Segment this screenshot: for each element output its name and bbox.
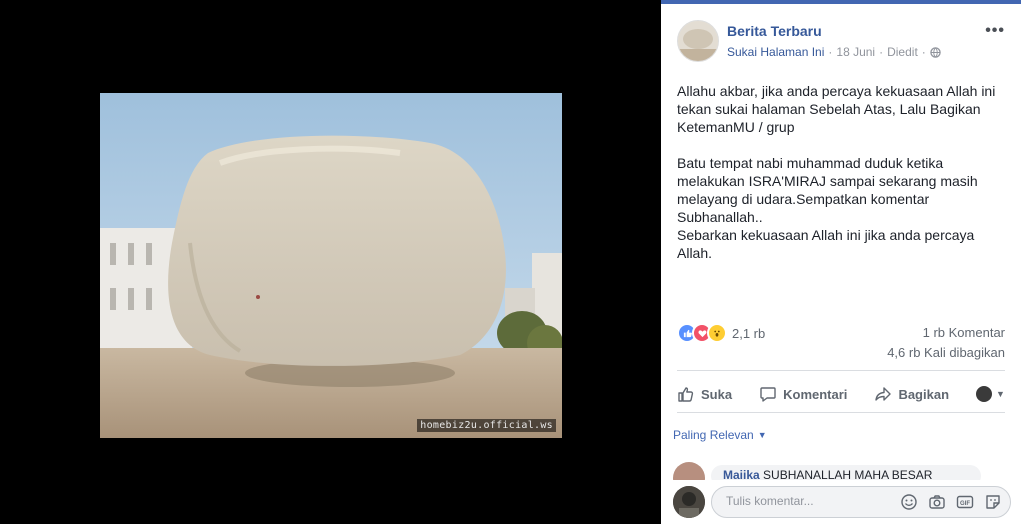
comment-text: SUBHANALLAH MAHA BESAR	[763, 468, 933, 480]
chevron-down-icon: ▼	[996, 389, 1005, 399]
comment-label: Komentari	[783, 386, 848, 402]
current-user-avatar	[673, 486, 705, 518]
comment-composer: GIF	[673, 484, 1011, 520]
photo-viewer: homebiz2u.official.ws	[0, 0, 661, 524]
comment-icon	[760, 387, 776, 402]
reaction-count: 2,1 rb	[732, 325, 766, 341]
page-name-link[interactable]: Berita Terbaru	[727, 23, 822, 39]
globe-icon[interactable]	[930, 46, 941, 58]
floating-rock-image	[100, 93, 562, 438]
page-avatar[interactable]	[677, 20, 719, 62]
svg-text:GIF: GIF	[960, 501, 970, 507]
more-options-icon[interactable]: •••	[985, 22, 1005, 40]
comment-bubble: Maiika SUBHANALLAH MAHA BESAR	[711, 465, 981, 480]
reaction-identity-selector[interactable]: ▼	[976, 386, 1005, 402]
post-panel: Berita Terbaru Sukai Halaman Ini · 18 Ju…	[661, 4, 1021, 524]
divider	[677, 370, 1005, 371]
comment-preview: Maiika SUBHANALLAH MAHA BESAR	[673, 462, 1011, 480]
post-text: Allahu akbar, jika anda percaya kekuasaa…	[677, 83, 996, 261]
comment-sort-label: Paling Relevan	[673, 428, 754, 442]
meta-separator: ·	[879, 45, 884, 59]
comment-input-icons: GIF	[900, 493, 1002, 511]
chevron-down-icon: ▼	[757, 430, 767, 440]
meta-separator: ·	[921, 45, 926, 59]
camera-icon[interactable]	[928, 493, 946, 511]
divider	[677, 412, 1005, 413]
like-label: Suka	[701, 386, 733, 402]
share-button[interactable]: Bagikan	[874, 385, 949, 403]
post-photo[interactable]: homebiz2u.official.ws	[100, 93, 562, 438]
comment-author[interactable]: Maiika	[723, 468, 760, 480]
share-icon	[875, 387, 892, 401]
gif-icon[interactable]: GIF	[956, 493, 974, 511]
sticker-icon[interactable]	[984, 493, 1002, 511]
share-label: Bagikan	[898, 386, 950, 402]
commenter-avatar[interactable]	[673, 462, 705, 480]
post-meta: Sukai Halaman Ini · 18 Juni · Diedit ·	[727, 45, 941, 59]
edited-label[interactable]: Diedit	[887, 45, 918, 59]
comment-count-link[interactable]: 1 rb Komentar	[923, 325, 1005, 340]
post-date[interactable]: 18 Juni	[836, 45, 875, 59]
meta-separator: ·	[828, 45, 833, 59]
photo-watermark: homebiz2u.official.ws	[417, 419, 556, 432]
comment-input-box[interactable]: GIF	[711, 486, 1011, 518]
user-avatar-small	[976, 386, 993, 402]
follow-page-link[interactable]: Sukai Halaman Ini	[727, 45, 824, 59]
share-count-link[interactable]: 4,6 rb Kali dibagikan	[887, 345, 1005, 360]
comment-sort-dropdown[interactable]: Paling Relevan ▼	[673, 428, 767, 442]
comment-input[interactable]	[724, 493, 888, 509]
action-bar: Suka Komentari Bagikan ▼	[677, 377, 1005, 411]
like-button[interactable]: Suka	[677, 385, 732, 403]
emoji-icon[interactable]	[900, 493, 918, 511]
reactions-summary[interactable]: 2,1 rb	[677, 323, 765, 343]
wow-reaction-icon	[707, 323, 727, 343]
comment-button[interactable]: Komentari	[759, 385, 847, 403]
thumbs-up-icon	[678, 387, 694, 402]
